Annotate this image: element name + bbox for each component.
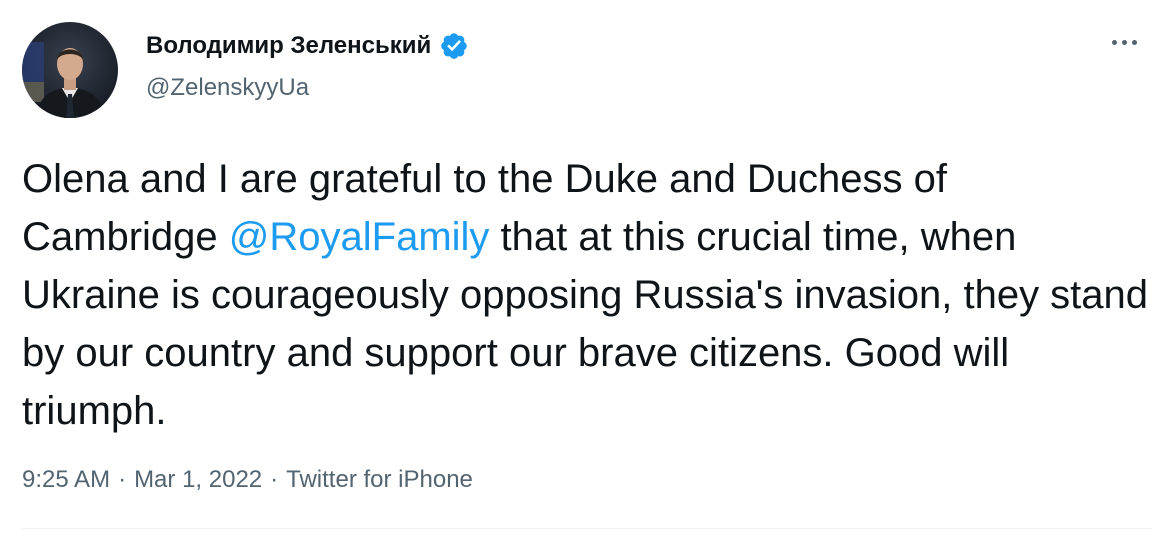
more-options-icon[interactable]	[1112, 40, 1137, 45]
tweet-text: Olena and I are grateful to the Duke and…	[22, 150, 1152, 440]
avatar[interactable]	[22, 22, 118, 118]
meta-separator: ·	[270, 466, 279, 493]
more-dot	[1112, 40, 1117, 45]
author-handle[interactable]: @ZelenskyyUa	[146, 72, 309, 104]
meta-separator: ·	[118, 466, 127, 493]
author-name-row[interactable]: Володимир Зеленський	[146, 30, 469, 62]
mention-link[interactable]: @RoyalFamily	[229, 215, 490, 259]
tweet-meta: 9:25 AM · Mar 1, 2022 · Twitter for iPhone	[22, 464, 473, 496]
tweet-source[interactable]: Twitter for iPhone	[286, 466, 473, 493]
tweet-date[interactable]: Mar 1, 2022	[134, 466, 262, 493]
tweet-time[interactable]: 9:25 AM	[22, 466, 110, 493]
more-dot	[1122, 40, 1127, 45]
author-display-name[interactable]: Володимир Зеленський	[146, 30, 431, 62]
tweet-card: Володимир Зеленський @ZelenskyyUa Olena …	[0, 0, 1174, 536]
more-dot	[1132, 40, 1137, 45]
divider	[22, 528, 1152, 529]
verified-badge-icon	[439, 31, 469, 61]
